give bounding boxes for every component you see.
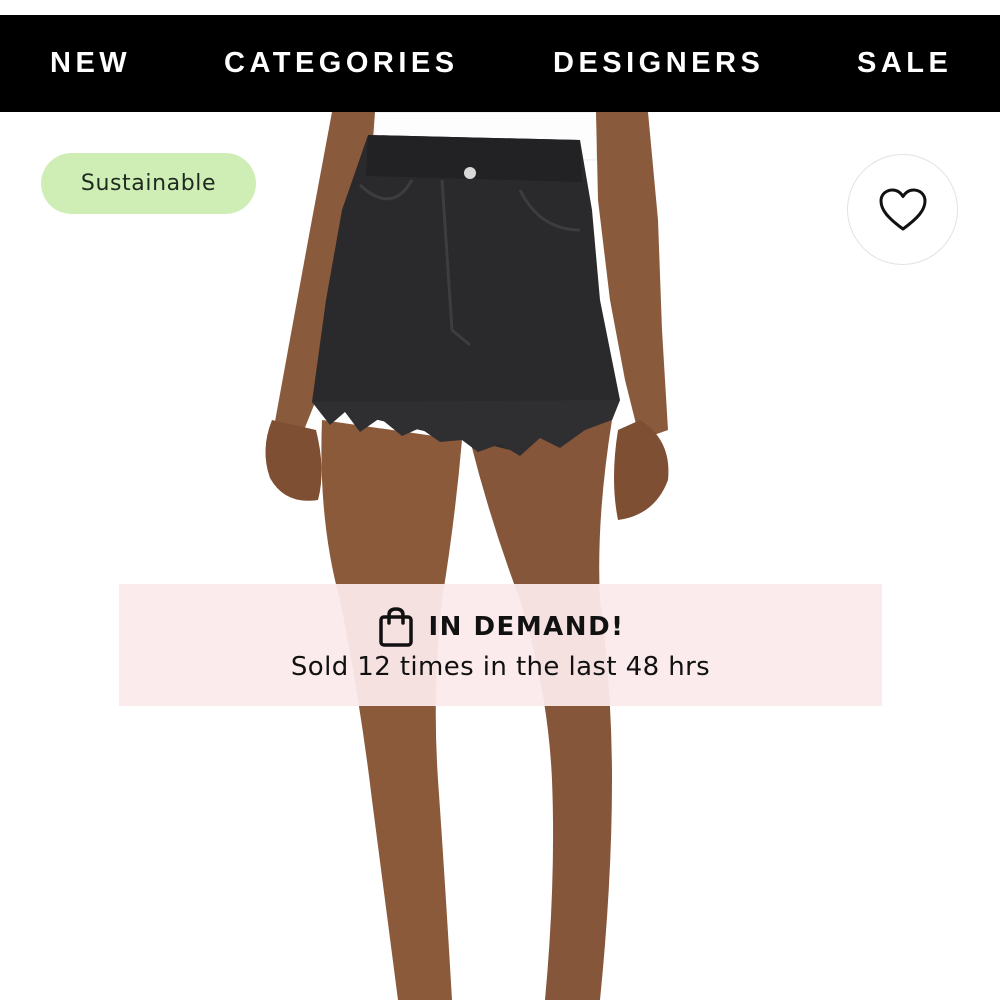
heart-outline-icon xyxy=(879,188,926,230)
in-demand-title: IN DEMAND! xyxy=(428,612,625,642)
shopping-bag-icon xyxy=(376,606,416,648)
in-demand-subtitle: Sold 12 times in the last 48 hrs xyxy=(290,652,711,682)
product-photo xyxy=(265,112,669,1000)
in-demand-header: IN DEMAND! xyxy=(119,606,882,648)
in-demand-banner: IN DEMAND! Sold 12 times in the last 48 … xyxy=(119,584,882,706)
nav-item-designers[interactable]: DESIGNERS xyxy=(553,15,764,112)
wishlist-button[interactable] xyxy=(847,154,958,265)
sustainable-badge: Sustainable xyxy=(41,153,256,214)
nav-item-categories[interactable]: CATEGORIES xyxy=(224,15,459,112)
top-navigation: NEW CATEGORIES DESIGNERS SALE xyxy=(0,15,1000,112)
product-image[interactable] xyxy=(0,112,1000,1000)
nav-item-sale[interactable]: SALE xyxy=(857,15,952,112)
nav-item-new[interactable]: NEW xyxy=(50,15,131,112)
